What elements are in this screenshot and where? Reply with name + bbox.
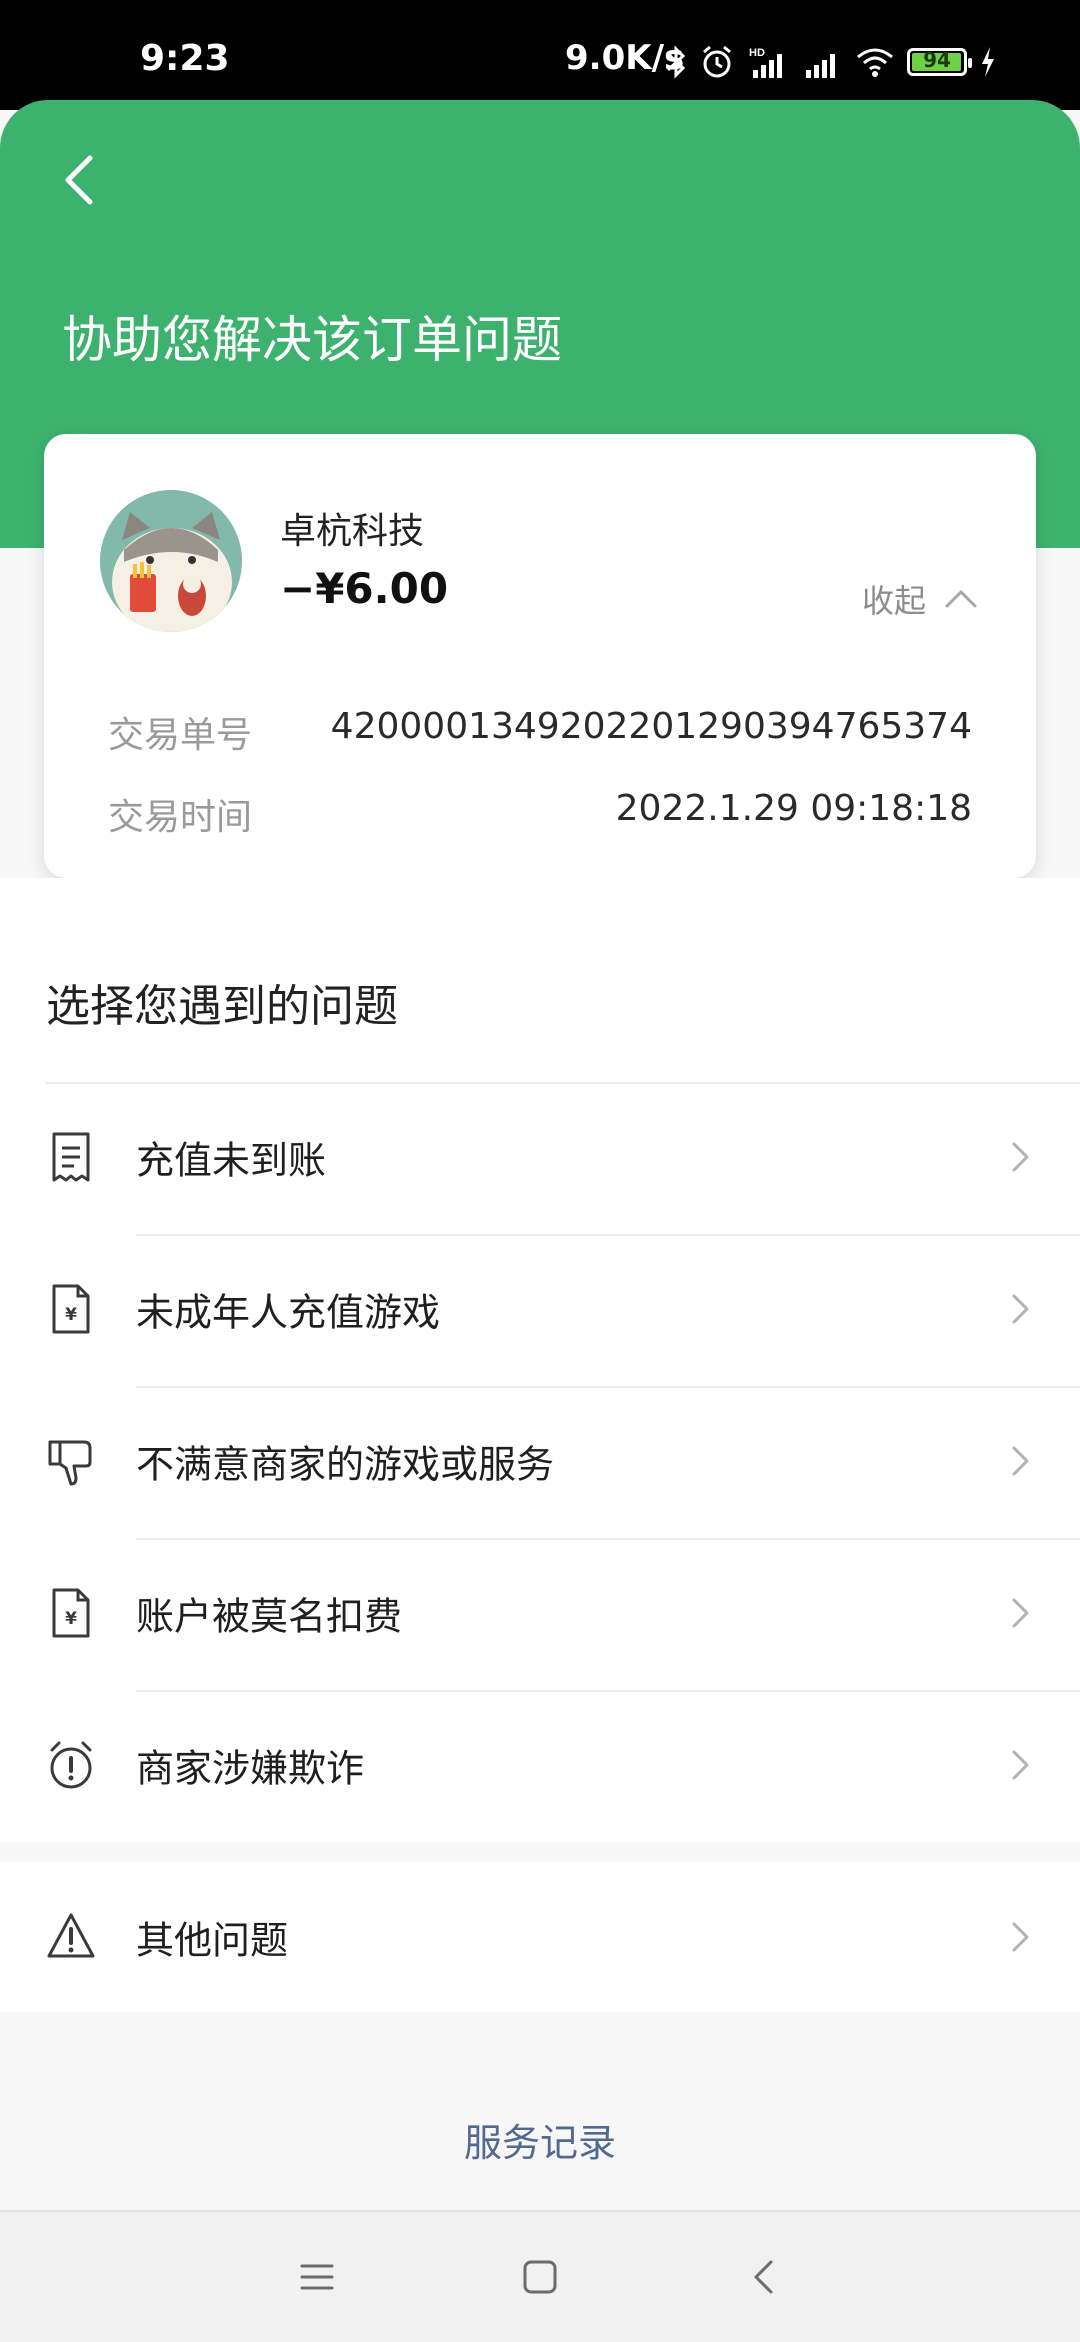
collapse-button[interactable]: 收起 — [862, 576, 978, 622]
battery-icon: 94 — [907, 48, 972, 76]
hd-signal-icon: HD — [749, 47, 782, 78]
transaction-time-label: 交易时间 — [108, 797, 253, 838]
merchant-avatar — [100, 490, 242, 632]
status-icons: HD 94 — [665, 40, 997, 84]
issue-label: 不满意商家的游戏或服务 — [136, 1442, 555, 1487]
svg-text:¥: ¥ — [65, 1609, 77, 1629]
service-record-link[interactable]: 服务记录 — [0, 2112, 1080, 2167]
chevron-up-icon — [945, 590, 977, 608]
merchant-name: 卓杭科技 — [280, 511, 425, 552]
chevron-right-icon — [1012, 1750, 1029, 1780]
issues-section-title: 选择您遇到的问题 — [46, 981, 398, 1032]
yuan-document-icon: ¥ — [52, 1588, 90, 1638]
transaction-no-value: 4200001349202201290394765374 — [330, 706, 972, 747]
status-time: 9:23 — [140, 38, 230, 79]
order-amount: −¥6.00 — [280, 564, 449, 613]
warning-icon — [47, 1913, 95, 1958]
back-icon[interactable] — [740, 2252, 790, 2302]
alert-clock-icon — [50, 1741, 92, 1789]
system-nav-bar — [0, 2210, 1080, 2342]
page-title: 协助您解决该订单问题 — [62, 311, 562, 369]
status-bar: 9:23 9.0K/s HD 94 — [0, 0, 1080, 110]
other-issue-section: 其他问题 — [0, 1862, 1080, 2012]
issue-item-unexpected-charge[interactable]: ¥ 账户被莫名扣费 — [0, 1538, 1080, 1688]
chevron-right-icon — [1012, 1294, 1029, 1324]
wifi-icon — [857, 48, 893, 77]
issue-item-unsatisfied-service[interactable]: 不满意商家的游戏或服务 — [0, 1386, 1080, 1536]
back-arrow-icon[interactable] — [58, 152, 102, 208]
issue-label: 其他问题 — [136, 1918, 289, 1963]
home-icon[interactable] — [515, 2252, 565, 2302]
issue-item-minor-recharge[interactable]: ¥ 未成年人充值游戏 — [0, 1234, 1080, 1384]
chevron-right-icon — [1012, 1922, 1029, 1952]
menu-icon[interactable] — [292, 2252, 342, 2302]
order-card: 卓杭科技 −¥6.00 收起 交易单号 42000013492022012903… — [44, 434, 1036, 878]
issue-label: 未成年人充值游戏 — [136, 1290, 441, 1335]
issue-item-recharge-not-arrived[interactable]: 充值未到账 — [0, 1082, 1080, 1232]
chevron-right-icon — [1012, 1598, 1029, 1628]
bluetooth-icon — [666, 45, 686, 79]
thumbs-down-icon — [48, 1440, 92, 1486]
collapse-label: 收起 — [861, 582, 926, 620]
transaction-time-row: 交易时间 2022.1.29 09:18:18 — [108, 788, 972, 840]
chevron-right-icon — [1012, 1142, 1029, 1172]
chevron-right-icon — [1012, 1446, 1029, 1476]
issue-item-merchant-fraud[interactable]: 商家涉嫌欺诈 — [0, 1690, 1080, 1840]
svg-text:¥: ¥ — [65, 1305, 77, 1325]
svg-text:HD: HD — [749, 47, 765, 59]
transaction-no-label: 交易单号 — [108, 715, 253, 756]
issue-item-other[interactable]: 其他问题 — [0, 1862, 1080, 2012]
transaction-no-row: 交易单号 4200001349202201290394765374 — [108, 706, 972, 758]
receipt-icon — [52, 1132, 90, 1182]
signal-icon — [806, 54, 835, 78]
issue-label: 商家涉嫌欺诈 — [136, 1746, 365, 1791]
alarm-icon — [703, 45, 731, 78]
charging-icon — [982, 47, 994, 77]
issue-label: 充值未到账 — [136, 1138, 327, 1183]
transaction-time-value: 2022.1.29 09:18:18 — [615, 788, 972, 829]
issue-label: 账户被莫名扣费 — [136, 1594, 403, 1639]
yuan-document-icon: ¥ — [52, 1284, 90, 1334]
